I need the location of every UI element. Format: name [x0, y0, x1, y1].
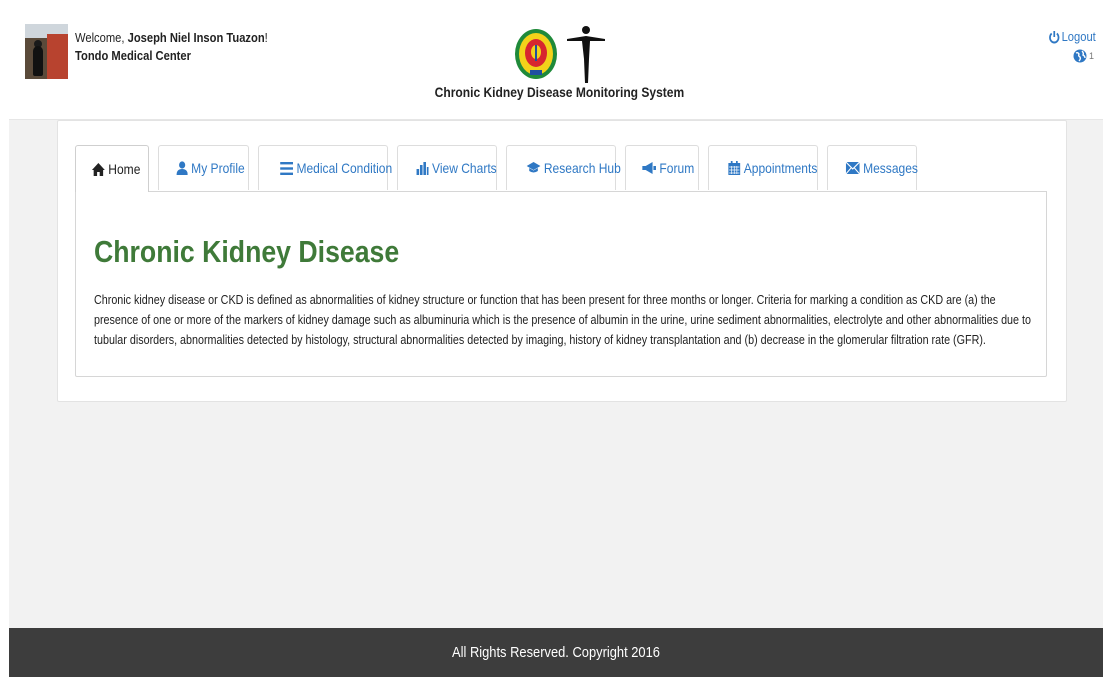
tab-appointments[interactable]: Appointments — [708, 145, 818, 190]
tab-view-charts[interactable]: View Charts — [397, 145, 497, 190]
welcome-text: Welcome, Joseph Niel Inson Tuazon! Tondo… — [75, 29, 268, 65]
logout-link[interactable]: Logout — [1049, 29, 1096, 44]
envelope-icon — [845, 162, 860, 174]
graduation-cap-icon — [526, 162, 541, 173]
society-seal-icon — [515, 29, 557, 79]
power-icon — [1049, 31, 1060, 44]
main-panel: Home My Profile Medical Condition View C… — [57, 120, 1067, 402]
bar-chart-icon — [416, 161, 429, 175]
tab-messages[interactable]: Messages — [827, 145, 918, 190]
copyright-text: All Rights Reserved. Copyright 2016 — [452, 644, 660, 661]
list-icon — [280, 161, 294, 175]
megaphone-icon — [642, 162, 656, 174]
notification-count: 1 — [1088, 51, 1094, 61]
logo-area — [514, 23, 614, 89]
hospital-name: Tondo Medical Center — [75, 48, 191, 63]
tab-research-hub[interactable]: Research Hub — [506, 145, 621, 190]
ckd-description: Chronic kidney disease or CKD is defined… — [94, 293, 1031, 347]
home-icon — [91, 162, 105, 176]
tab-my-profile[interactable]: My Profile — [158, 145, 249, 190]
user-name: Joseph Niel Inson Tuazon — [127, 30, 265, 45]
calendar-icon — [728, 161, 741, 175]
notification-globe[interactable]: 1 — [1073, 49, 1094, 63]
human-figure-icon — [567, 26, 605, 83]
tab-home[interactable]: Home — [75, 145, 149, 192]
system-title: Chronic Kidney Disease Monitoring System — [434, 84, 685, 100]
page-heading: Chronic Kidney Disease — [94, 234, 400, 269]
welcome-prefix: Welcome, — [75, 30, 128, 45]
user-icon — [176, 161, 188, 175]
welcome-suffix: ! — [264, 30, 268, 45]
tab-bar: Home My Profile Medical Condition View C… — [75, 145, 926, 192]
tab-forum[interactable]: Forum — [625, 145, 699, 190]
header: Welcome, Joseph Niel Inson Tuazon! Tondo… — [9, 9, 1103, 120]
footer: All Rights Reserved. Copyright 2016 — [9, 628, 1103, 677]
globe-icon — [1073, 49, 1087, 63]
tab-medical-condition[interactable]: Medical Condition — [258, 145, 392, 190]
avatar — [25, 24, 68, 79]
tab-content-home: Chronic Kidney Disease Chronic kidney di… — [75, 191, 1047, 377]
